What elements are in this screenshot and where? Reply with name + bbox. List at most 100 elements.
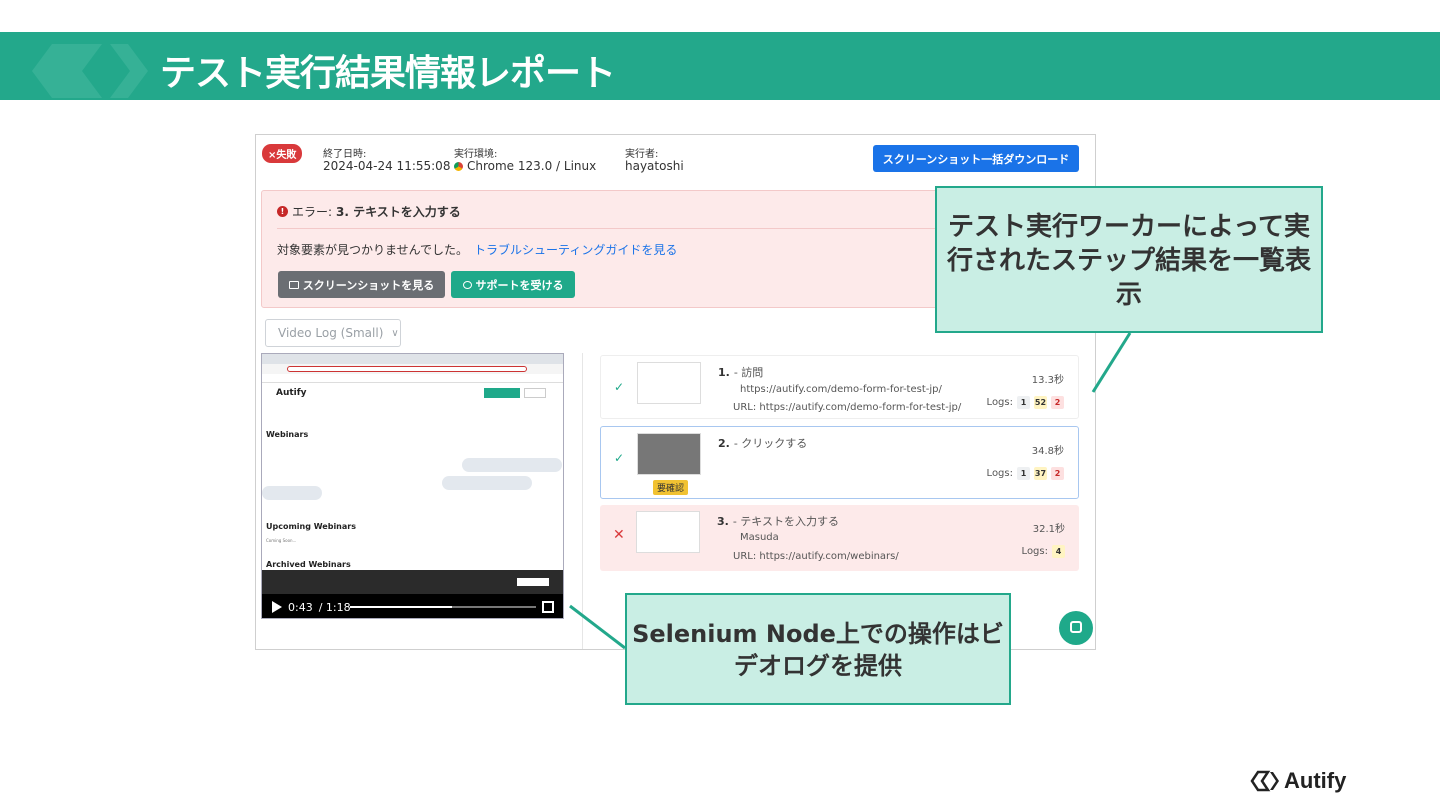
view-screenshots-label: スクリーンショットを見る <box>302 278 435 292</box>
video-log-select-value: Video Log (Small) <box>278 326 384 340</box>
step-duration: 34.8秒 <box>1031 446 1064 457</box>
step-detail: https://autify.com/demo-form-for-test-jp… <box>740 384 942 395</box>
chevron-down-icon: ∨ <box>391 327 399 339</box>
footer-logo: Autify <box>1250 768 1346 794</box>
video-address-input <box>287 366 527 372</box>
video-heading-webinars: Webinars <box>266 430 309 439</box>
step-detail: Masuda <box>740 532 779 543</box>
log-count-warning[interactable]: 4 <box>1052 545 1065 558</box>
video-controls: 0:43 / 1:18 <box>262 594 563 618</box>
runner-value: hayatoshi <box>625 159 684 173</box>
video-callout: Selenium Node上での操作はビデオログを提供 <box>625 593 1011 705</box>
step-row-1[interactable]: ✓ 1. - 訪問 https://autify.com/demo-form-fo… <box>600 355 1079 419</box>
video-cta-button <box>484 388 520 398</box>
get-support-label: サポートを受ける <box>475 278 564 292</box>
video-log-select[interactable]: Video Log (Small) ∨ <box>265 319 401 347</box>
step-name: - 訪問 <box>733 366 764 379</box>
video-decor-stripe <box>462 458 562 472</box>
logs-label: Logs: <box>986 397 1013 408</box>
step-row-3[interactable]: ✕ 3. - テキストを入力する Masuda URL: https://auti… <box>600 505 1079 571</box>
step-number: 2. <box>718 437 730 450</box>
steps-callout-connector <box>1091 332 1132 393</box>
logs-label: Logs: <box>1021 546 1048 557</box>
step-thumbnail[interactable] <box>637 362 701 404</box>
step-duration: 32.1秒 <box>1032 524 1065 535</box>
log-count-error[interactable]: 2 <box>1051 396 1064 409</box>
video-progress-track[interactable] <box>350 606 536 608</box>
video-site-nav: Autify <box>262 383 563 403</box>
end-time-value: 2024-04-24 11:55:08 <box>323 159 451 173</box>
video-player[interactable]: Autify Webinars Upcoming Webinars Coming… <box>261 353 564 619</box>
step-title: 3. - テキストを入力する <box>717 513 839 529</box>
video-progress-fill <box>350 606 453 608</box>
video-heading-upcoming: Upcoming Webinars <box>266 522 356 531</box>
step-title: 2. - クリックする <box>718 435 807 451</box>
step-thumbnail[interactable] <box>636 511 700 553</box>
video-cookie-button <box>517 578 549 586</box>
log-count-info[interactable]: 1 <box>1017 467 1030 480</box>
video-heading-archived: Archived Webinars <box>266 560 351 569</box>
play-icon[interactable] <box>272 601 282 613</box>
error-message: 対象要素が見つかりませんでした。 トラブルシューティングガイドを見る <box>277 241 677 258</box>
error-prefix: エラー: <box>292 205 333 219</box>
close-icon: ✕ <box>613 527 625 543</box>
page-title: テスト実行結果情報レポート <box>160 53 616 94</box>
video-info-bar <box>262 374 563 383</box>
autify-mark-icon <box>1250 770 1279 792</box>
step-number: 3. <box>717 515 729 528</box>
download-screenshots-button[interactable]: スクリーンショット一括ダウンロード <box>873 145 1079 172</box>
step-logs: Logs: 1 52 2 <box>987 396 1064 409</box>
step-title: 1. - 訪問 <box>718 364 763 380</box>
chrome-icon <box>454 161 463 171</box>
environment-value: Chrome 123.0 / Linux <box>454 159 596 173</box>
steps-callout: テスト実行ワーカーによって実行されたステップ結果を一覧表示 <box>935 186 1323 333</box>
video-signin-button <box>524 388 546 398</box>
runner-label: 実行者: <box>625 149 659 160</box>
error-step: 3. テキストを入力する <box>336 205 461 219</box>
log-count-warning[interactable]: 52 <box>1034 396 1047 409</box>
status-badge: ×失敗 <box>262 144 303 163</box>
logs-label: Logs: <box>986 468 1013 479</box>
video-decor-stripe <box>442 476 532 490</box>
log-count-error[interactable]: 2 <box>1051 467 1064 480</box>
step-logs: Logs: 4 <box>1022 545 1065 558</box>
video-browser-tabbar <box>262 354 563 364</box>
error-message-text: 対象要素が見つかりませんでした。 <box>277 243 469 257</box>
needs-review-badge: 要確認 <box>653 480 689 495</box>
end-time-label: 終了日時: <box>323 149 367 160</box>
step-duration: 13.3秒 <box>1031 375 1064 386</box>
log-count-warning[interactable]: 37 <box>1034 467 1047 480</box>
image-icon <box>288 280 299 289</box>
step-thumbnail[interactable] <box>637 433 701 475</box>
autify-chevron-logo-icon <box>32 44 148 98</box>
troubleshooting-link[interactable]: トラブルシューティングガイドを見る <box>474 243 677 257</box>
footer-brand: Autify <box>1284 768 1347 793</box>
fullscreen-icon[interactable] <box>542 601 554 613</box>
step-name: - テキストを入力する <box>732 515 839 528</box>
chat-support-button[interactable] <box>1059 611 1093 645</box>
environment-text: Chrome 123.0 / Linux <box>467 159 597 173</box>
environment-label: 実行環境: <box>454 149 498 160</box>
video-total-time: / 1:18 <box>318 600 351 614</box>
video-site-logo: Autify <box>276 388 307 398</box>
step-name: - クリックする <box>733 437 808 450</box>
step-number: 1. <box>718 366 730 379</box>
step-row-2[interactable]: ✓ 要確認 2. - クリックする 34.8秒 Logs: 1 37 2 <box>600 426 1079 499</box>
chat-icon <box>1070 621 1082 633</box>
step-url: URL: https://autify.com/demo-form-for-te… <box>733 402 962 413</box>
log-count-info[interactable]: 1 <box>1017 396 1030 409</box>
video-coming-soon: Coming Soon... <box>266 538 297 543</box>
get-support-button[interactable]: サポートを受ける <box>451 271 575 298</box>
header-banner: テスト実行結果情報レポート <box>0 32 1440 100</box>
video-decor-stripe <box>262 486 322 500</box>
step-url: URL: https://autify.com/webinars/ <box>733 551 899 562</box>
video-address-bar <box>262 364 563 374</box>
step-logs: Logs: 1 37 2 <box>987 467 1064 480</box>
check-icon: ✓ <box>614 380 625 394</box>
chat-bubble-icon <box>462 280 472 289</box>
panel-divider <box>582 353 583 649</box>
video-current-time: 0:43 <box>288 600 313 614</box>
error-icon: ! <box>277 206 288 217</box>
error-title: ! エラー: 3. テキストを入力する <box>277 203 461 220</box>
view-screenshots-button[interactable]: スクリーンショットを見る <box>278 271 445 298</box>
